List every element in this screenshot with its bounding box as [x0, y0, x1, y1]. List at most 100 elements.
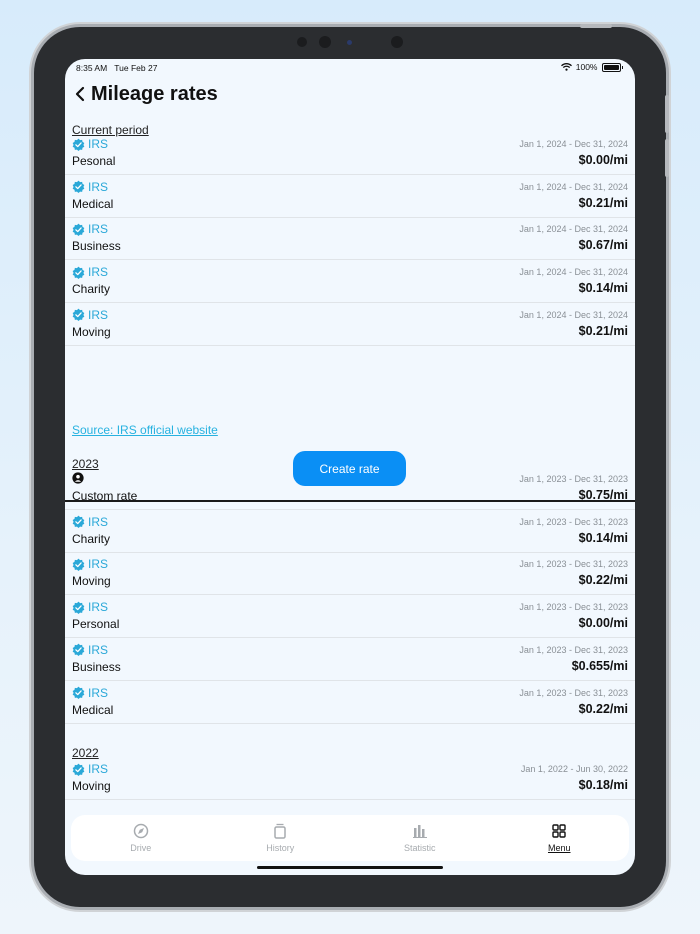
- irs-badge: IRS: [72, 308, 108, 322]
- camera-dot: [319, 36, 331, 48]
- rate-dates: Jan 1, 2023 - Dec 31, 2023: [519, 687, 628, 698]
- irs-badge: IRS: [72, 137, 108, 151]
- custom-badge: [72, 472, 84, 484]
- source-label: IRS: [88, 307, 109, 322]
- rate-name: Personal: [72, 617, 120, 632]
- irs-badge: IRS: [72, 557, 108, 571]
- rate-price: $0.67/mi: [578, 238, 628, 253]
- tab-history[interactable]: History: [211, 815, 351, 861]
- rate-price: $0.00/mi: [578, 616, 628, 631]
- camera-dot: [347, 40, 352, 45]
- rate-dates: Jan 1, 2024 - Dec 31, 2024: [519, 139, 628, 149]
- verified-icon: [72, 223, 85, 236]
- irs-badge: IRS: [72, 515, 108, 529]
- rate-name: Charity: [72, 282, 111, 297]
- source-label: IRS: [88, 265, 109, 280]
- rate-name: Moving: [72, 574, 111, 589]
- verified-icon: [72, 515, 85, 529]
- rate-row[interactable]: IRS Moving Jan 1, 2022 - Jun 30, 2022 $0.18…: [65, 757, 635, 800]
- top-button: [580, 24, 612, 28]
- rate-name: Charity: [72, 531, 111, 546]
- rate-dates: Jan 1, 2023 - Dec 31, 2023: [519, 602, 628, 613]
- source-label: IRS: [88, 600, 109, 615]
- rate-row[interactable]: Custom rate Jan 1, 2023 - Dec 31, 2023 $0.…: [65, 467, 635, 510]
- user-icon: [72, 472, 84, 484]
- rate-row[interactable]: IRS Pesonal Jan 1, 2024 - Dec 31, 2024 $0.0…: [65, 132, 635, 175]
- rate-row[interactable]: IRS Medical Jan 1, 2023 - Dec 31, 2023 $0.2…: [65, 681, 635, 724]
- rate-price: $0.00/mi: [578, 153, 628, 167]
- rate-price: $0.18/mi: [578, 778, 628, 792]
- rate-dates: Jan 1, 2024 - Dec 31, 2024: [519, 224, 628, 235]
- status-time: 8:35 AM Tue Feb 27: [76, 63, 158, 73]
- rate-row[interactable]: IRS Moving Jan 1, 2024 - Dec 31, 2024 $0.21…: [65, 303, 635, 346]
- source-label: IRS: [88, 762, 109, 776]
- irs-badge: IRS: [72, 180, 108, 194]
- rate-row[interactable]: IRS Charity Jan 1, 2023 - Dec 31, 2023 $0.1…: [65, 510, 635, 553]
- rate-dates: Jan 1, 2023 - Dec 31, 2023: [519, 516, 628, 527]
- rate-row[interactable]: IRS Business Jan 1, 2024 - Dec 31, 2024 $0.…: [65, 217, 635, 261]
- rate-name: Moving: [72, 779, 111, 793]
- battery-percent: 100%: [575, 62, 598, 72]
- verified-icon: [72, 601, 85, 614]
- rate-price: $0.22/mi: [578, 701, 628, 716]
- tab-label: Menu: [547, 843, 571, 853]
- rate-row[interactable]: IRS Personal Jan 1, 2023 - Dec 31, 2023 $0.…: [65, 595, 635, 639]
- irs-badge: IRS: [72, 600, 108, 614]
- source-label: IRS: [88, 179, 109, 194]
- tab-statistic[interactable]: Statistic: [350, 815, 490, 861]
- nav-bar: Mileage rates: [71, 81, 218, 107]
- tab-drive[interactable]: Drive: [71, 815, 211, 861]
- tab-menu[interactable]: Menu: [490, 815, 630, 861]
- rate-name: Business: [72, 239, 121, 254]
- verified-icon: [72, 643, 85, 657]
- rate-name: Medical: [72, 196, 114, 211]
- home-indicator: [257, 866, 443, 869]
- irs-badge: IRS: [72, 643, 108, 657]
- source-label: IRS: [88, 137, 109, 151]
- back-button[interactable]: [71, 82, 89, 106]
- rate-row[interactable]: IRS Moving Jan 1, 2023 - Dec 31, 2023 $0.22…: [65, 552, 635, 596]
- battery-icon: [601, 62, 621, 72]
- irs-badge: IRS: [72, 762, 108, 776]
- rate-price: $0.14/mi: [578, 281, 628, 296]
- irs-badge: IRS: [72, 265, 108, 279]
- tab-bar: Drive History Statistic Menu: [71, 815, 629, 861]
- source-label: IRS: [88, 514, 109, 529]
- grid-icon: [551, 823, 567, 841]
- rate-price: $0.14/mi: [578, 530, 628, 545]
- rate-name: Pesonal: [72, 154, 116, 168]
- rate-price: $0.21/mi: [578, 323, 628, 338]
- tab-label: Drive: [130, 843, 152, 853]
- verified-icon: [72, 763, 85, 776]
- irs-badge: IRS: [72, 222, 108, 236]
- status-bar: 8:35 AM Tue Feb 27 100%: [65, 59, 635, 77]
- tab-label: Statistic: [403, 843, 436, 853]
- rate-row[interactable]: IRS Medical Jan 1, 2024 - Dec 31, 2024 $0.2…: [65, 175, 635, 218]
- source-label: IRS: [88, 557, 109, 572]
- irs-badge: IRS: [72, 686, 108, 700]
- source-label: IRS: [88, 642, 109, 657]
- rate-dates: Jan 1, 2023 - Dec 31, 2023: [519, 474, 628, 484]
- status-right: 100%: [560, 62, 623, 72]
- verified-icon: [72, 266, 85, 279]
- rate-price: $0.21/mi: [578, 195, 628, 210]
- rates-list[interactable]: Current period IRS Pesonal Jan 1, 2024 - De…: [65, 117, 635, 809]
- rate-dates: Jan 1, 2023 - Dec 31, 2023: [519, 644, 628, 655]
- rate-name: Business: [72, 659, 121, 674]
- rate-name: Moving: [72, 324, 111, 339]
- verified-icon: [72, 686, 85, 699]
- rate-dates: Jan 1, 2024 - Dec 31, 2024: [519, 181, 628, 192]
- chevron-left-icon: [75, 86, 85, 102]
- source-label: IRS: [88, 685, 109, 700]
- camera-dot: [297, 37, 307, 47]
- rate-row[interactable]: IRS Charity Jan 1, 2024 - Dec 31, 2024 $0.1…: [65, 260, 635, 304]
- bar-chart-icon: [412, 823, 428, 841]
- rate-price: $0.75/mi: [578, 488, 628, 502]
- rate-row[interactable]: IRS Business Jan 1, 2023 - Dec 31, 2023 $0.…: [65, 638, 635, 681]
- volume-down-button: [665, 139, 669, 177]
- verified-icon: [72, 138, 85, 151]
- source-link[interactable]: Source: IRS official website: [72, 423, 218, 437]
- page-title: Mileage rates: [91, 82, 218, 105]
- history-icon: [272, 823, 288, 841]
- camera-dot: [391, 36, 403, 48]
